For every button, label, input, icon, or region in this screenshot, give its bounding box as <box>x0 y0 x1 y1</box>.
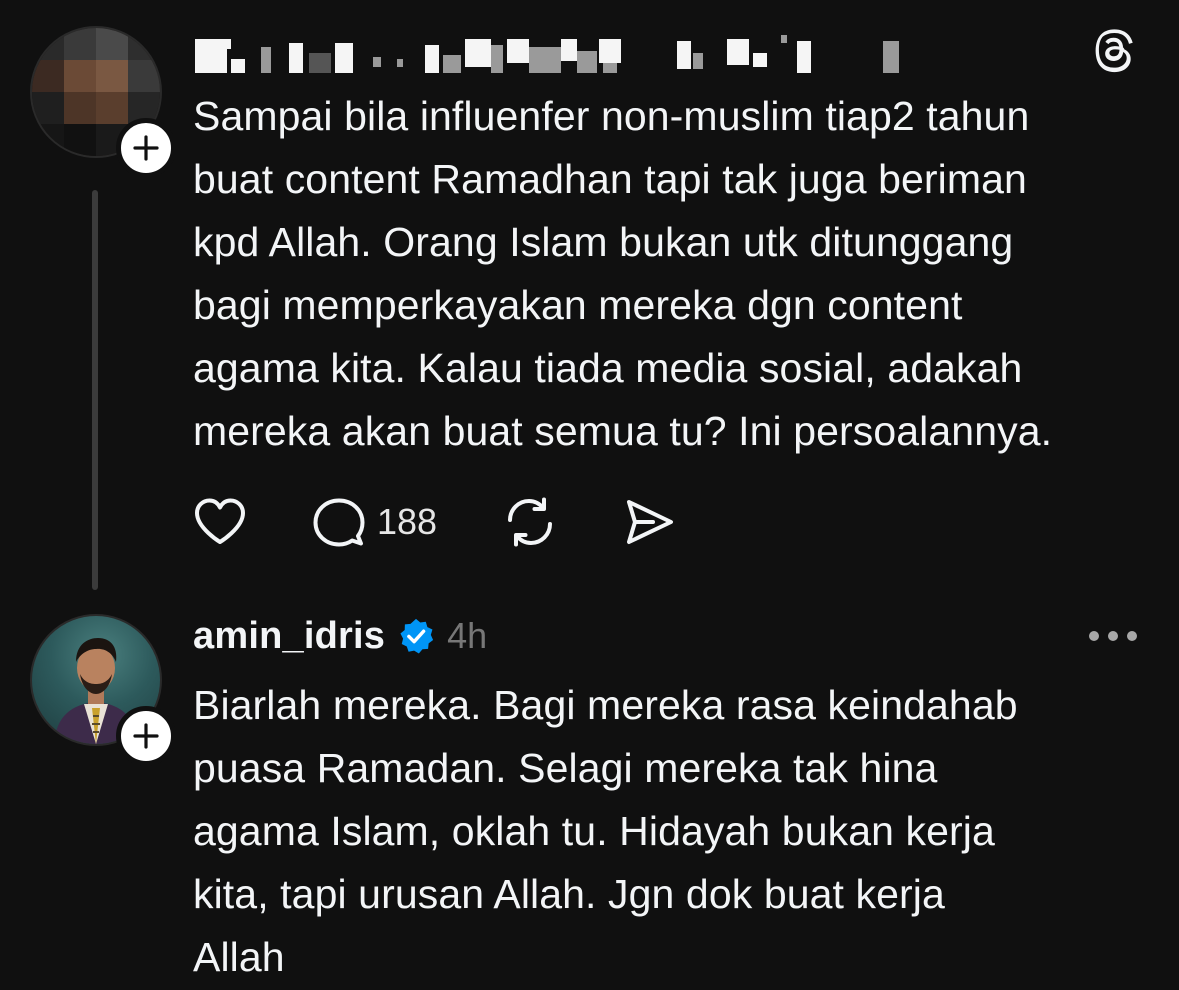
author-avatar-wrap[interactable] <box>30 614 176 766</box>
username-censored[interactable] <box>193 27 913 77</box>
send-icon <box>627 500 674 544</box>
verified-badge-icon <box>400 618 434 654</box>
follow-plus-button[interactable] <box>116 118 176 178</box>
plus-icon <box>133 135 159 161</box>
author-avatar-wrap[interactable] <box>30 26 176 178</box>
post-timestamp: 4h <box>447 615 488 656</box>
follow-plus-button[interactable] <box>116 706 176 766</box>
reply-count: 188 <box>377 501 438 542</box>
post-actions: 188 <box>193 490 741 554</box>
more-options-icon[interactable] <box>1087 629 1139 643</box>
post-header: amin_idris 4h <box>193 606 1139 666</box>
share-button[interactable] <box>623 497 675 547</box>
repost-button[interactable] <box>503 496 557 548</box>
repost-icon <box>508 497 553 547</box>
thread-post-original: Sampai bila influenfer non-muslim tiap2 … <box>0 0 1179 600</box>
heart-icon <box>195 498 245 544</box>
threads-logo-icon[interactable] <box>1091 28 1139 76</box>
reply-button[interactable]: 188 <box>313 497 437 547</box>
post-text: Sampai bila influenfer non-muslim tiap2 … <box>193 93 1053 454</box>
thread-connector-line <box>92 190 98 590</box>
comment-icon <box>313 498 365 547</box>
post-header <box>193 22 1139 82</box>
like-button[interactable] <box>193 497 247 547</box>
thread-post-reply: amin_idris 4h Biarlah mereka. Bagi merek… <box>0 600 1179 990</box>
username[interactable]: amin_idris <box>193 615 385 658</box>
post-text: Biarlah mereka. Bagi mereka rasa keindah… <box>193 682 1018 980</box>
plus-icon <box>133 723 159 749</box>
